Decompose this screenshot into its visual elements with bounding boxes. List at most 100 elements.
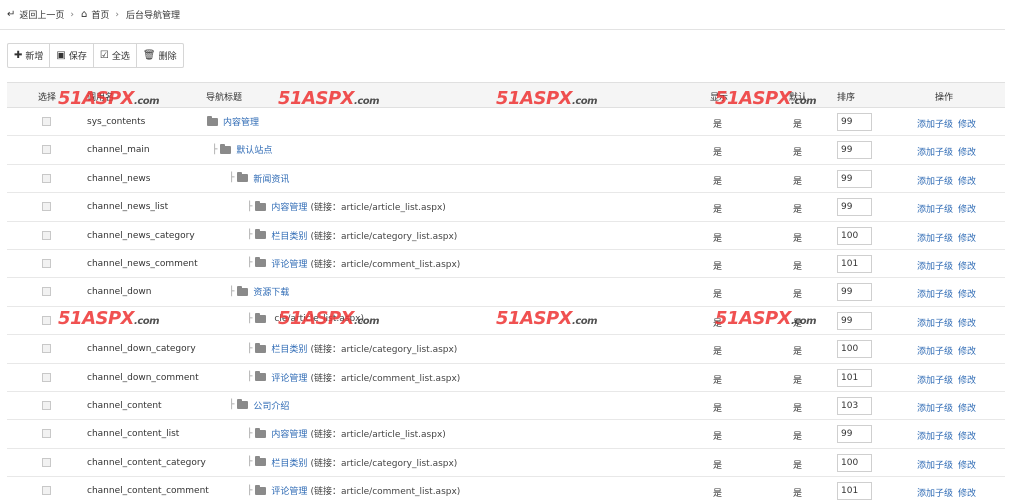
row-checkbox[interactable] <box>42 145 51 155</box>
sort-input[interactable]: 103 <box>837 396 872 415</box>
edit-link[interactable]: 修改 <box>958 148 976 158</box>
row-checkbox[interactable] <box>42 173 51 183</box>
sort-input[interactable]: 100 <box>837 226 872 245</box>
add-child-link[interactable]: 添加子级 <box>917 376 953 386</box>
back-link[interactable]: ↵ 返回上一页 <box>7 8 64 21</box>
nav-link-path: (链接：article/comment_list.aspx) <box>310 487 461 498</box>
nav-title-link[interactable]: 内容管理 <box>223 115 259 128</box>
home-link-label: 首页 <box>91 11 110 21</box>
edit-link[interactable]: 修改 <box>958 489 976 499</box>
row-checkbox[interactable] <box>42 372 51 382</box>
sort-input[interactable]: 101 <box>837 368 872 387</box>
edit-link[interactable]: 修改 <box>958 120 976 130</box>
breadcrumb-current-label: 后台导航管理 <box>126 11 181 21</box>
row-checkbox[interactable] <box>42 202 51 212</box>
table-header: 选择 调用名 导航标题 显示 默认 排序 操作 <box>7 82 1005 108</box>
add-button[interactable]: ✚ 新增 <box>8 44 51 67</box>
add-child-link[interactable]: 添加子级 <box>917 347 953 357</box>
add-child-link[interactable]: 添加子级 <box>917 148 953 158</box>
row-checkbox[interactable] <box>42 315 51 325</box>
call-name: channel_news_category <box>87 230 195 241</box>
add-child-link[interactable]: 添加子级 <box>917 489 953 499</box>
add-child-link[interactable]: 添加子级 <box>917 177 953 187</box>
breadcrumb-separator: › <box>115 9 119 20</box>
sort-input[interactable]: 99 <box>837 141 872 160</box>
add-child-link[interactable]: 添加子级 <box>917 432 953 442</box>
add-child-link[interactable]: 添加子级 <box>917 205 953 215</box>
nav-title-link[interactable]: 内容管理 <box>271 427 307 440</box>
call-name: sys_contents <box>87 117 146 127</box>
nav-link-path: (链接：article/article_list.aspx) <box>310 430 446 441</box>
nav-link-path: (链接：article/article_list.aspx) <box>310 203 446 214</box>
sort-input[interactable]: 101 <box>837 482 872 500</box>
nav-title-link[interactable]: 栏目类别 <box>271 456 307 469</box>
sort-input[interactable]: 99 <box>837 198 872 217</box>
nav-title-link[interactable]: 评论管理 <box>271 257 307 270</box>
nav-title-link[interactable]: 栏目类别 <box>271 342 307 355</box>
table-row: channel_content_comment ├ 评论管理 (链接：article/… <box>7 477 1005 500</box>
col-show: 显示 <box>710 93 729 103</box>
nav-title-cell: ├ 内容管理 (链接：article/article_list.aspx) <box>247 427 446 440</box>
add-child-link[interactable]: 添加子级 <box>917 404 953 414</box>
add-child-link[interactable]: 添加子级 <box>917 262 953 272</box>
add-child-link[interactable]: 添加子级 <box>917 290 953 300</box>
nav-title-link[interactable]: 默认站点 <box>236 143 272 156</box>
row-actions: 添加子级 修改 <box>917 373 981 386</box>
row-checkbox[interactable] <box>42 486 51 496</box>
nav-link-path: (链接：article/category_list.aspx) <box>310 458 458 469</box>
edit-link[interactable]: 修改 <box>958 404 976 414</box>
add-child-link[interactable]: 添加子级 <box>917 120 953 130</box>
add-child-link[interactable]: 添加子级 <box>917 461 953 471</box>
add-child-link[interactable]: 添加子级 <box>917 319 953 329</box>
edit-link[interactable]: 修改 <box>958 347 976 357</box>
tree-branch-icon: ├ <box>247 428 253 439</box>
call-name: channel_content <box>87 400 162 411</box>
delete-button[interactable]: 🗑 删除 <box>137 44 183 67</box>
nav-title-link[interactable]: 内容管理 <box>271 200 307 213</box>
row-checkbox[interactable] <box>42 230 51 240</box>
plus-icon: ✚ <box>14 50 23 61</box>
nav-title-link[interactable]: 栏目类别 <box>271 229 307 242</box>
nav-title-link[interactable]: 评论管理 <box>271 484 307 497</box>
edit-link[interactable]: 修改 <box>958 432 976 442</box>
sort-input[interactable]: 99 <box>837 113 872 131</box>
nav-title-link[interactable]: 公司介绍 <box>253 399 289 412</box>
edit-link[interactable]: 修改 <box>958 234 976 244</box>
sort-input[interactable]: 99 <box>837 283 872 302</box>
add-child-link[interactable]: 添加子级 <box>917 234 953 244</box>
sort-input[interactable]: 101 <box>837 254 872 273</box>
row-checkbox[interactable] <box>42 400 51 410</box>
trash-icon: 🗑 <box>142 50 156 61</box>
edit-link[interactable]: 修改 <box>958 461 976 471</box>
toolbar: ✚ 新增 ▣ 保存 ☑ 全选 🗑 删除 <box>7 43 184 68</box>
nav-title-link[interactable]: 资源下载 <box>253 285 289 298</box>
nav-title-link[interactable]: 评论管理 <box>271 371 307 384</box>
table-row: channel_news_category ├ 栏目类别 (链接：article/ca… <box>7 222 1005 250</box>
table-row: channel_down_comment ├ 评论管理 (链接：article/com… <box>7 364 1005 392</box>
row-checkbox[interactable] <box>42 258 51 268</box>
row-checkbox[interactable] <box>42 429 51 439</box>
sort-input[interactable]: 99 <box>837 169 872 188</box>
row-checkbox[interactable] <box>42 117 51 126</box>
nav-title-link[interactable]: 新闻资讯 <box>253 172 289 185</box>
sort-input[interactable]: 99 <box>837 311 872 330</box>
row-checkbox[interactable] <box>42 344 51 354</box>
edit-link[interactable]: 修改 <box>958 319 976 329</box>
row-checkbox[interactable] <box>42 457 51 467</box>
edit-link[interactable]: 修改 <box>958 177 976 187</box>
call-name: channel_main <box>87 145 150 156</box>
sort-input[interactable]: 99 <box>837 425 872 444</box>
table-row: channel_main ├ 默认站点 是 是 99 添加子级 修改 <box>7 136 1005 165</box>
edit-link[interactable]: 修改 <box>958 290 976 300</box>
edit-link[interactable]: 修改 <box>958 376 976 386</box>
select-all-button[interactable]: ☑ 全选 <box>94 44 137 67</box>
sort-input[interactable]: 100 <box>837 340 872 359</box>
sort-input[interactable]: 100 <box>837 453 872 472</box>
edit-link[interactable]: 修改 <box>958 205 976 215</box>
show-value: 是 <box>713 403 723 414</box>
row-actions: 添加子级 修改 <box>917 316 981 329</box>
home-link[interactable]: ⌂ 首页 <box>81 8 109 21</box>
row-checkbox[interactable] <box>42 287 51 297</box>
save-button[interactable]: ▣ 保存 <box>50 44 94 67</box>
edit-link[interactable]: 修改 <box>958 262 976 272</box>
